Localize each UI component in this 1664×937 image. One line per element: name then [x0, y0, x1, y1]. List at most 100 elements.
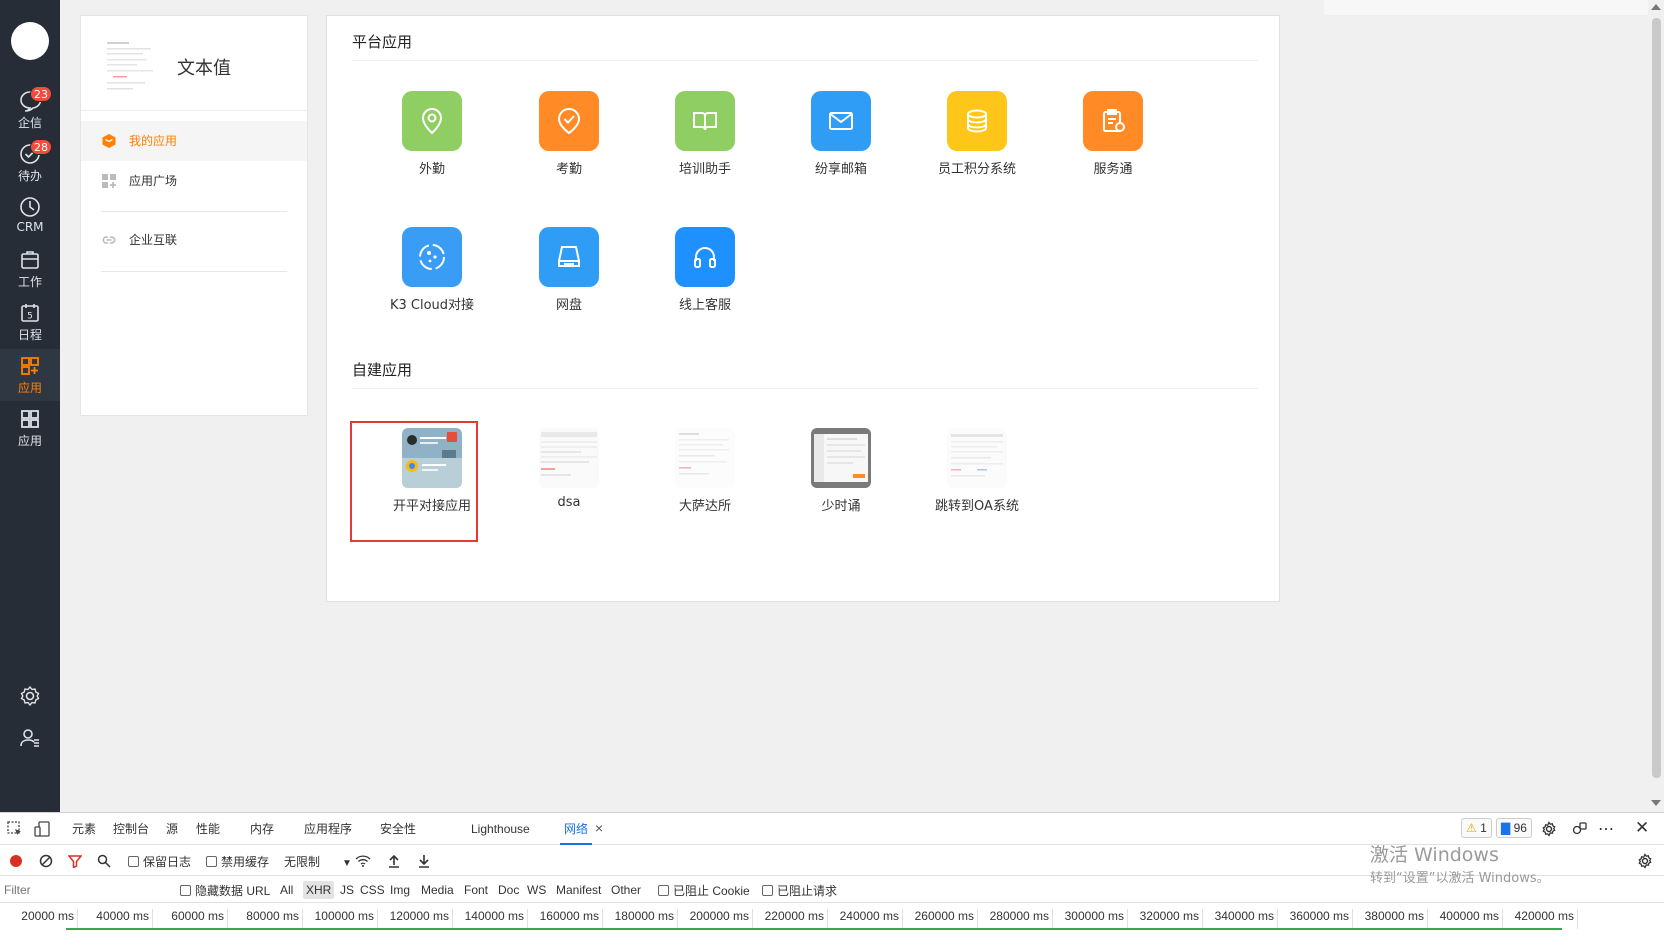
- nav-item-messages[interactable]: 企信 23: [0, 84, 60, 136]
- nav-item-work[interactable]: 工作: [0, 243, 60, 295]
- devtools-tab-performance[interactable]: 性能: [192, 813, 224, 845]
- devtools-tab-application[interactable]: 应用程序: [300, 813, 356, 845]
- filter-css[interactable]: CSS: [357, 881, 388, 899]
- filter-js[interactable]: JS: [337, 881, 357, 899]
- nav-item-todo[interactable]: 待办 28: [0, 137, 60, 189]
- close-tab-icon[interactable]: ×: [595, 820, 603, 836]
- filter-other[interactable]: Other: [608, 881, 644, 899]
- preserve-log-checkbox[interactable]: 保留日志: [128, 853, 191, 870]
- timeline-overview[interactable]: 20000 ms 40000 ms 60000 ms 80000 ms 100000 m…: [0, 904, 1664, 937]
- devtools-tab-elements[interactable]: 元素: [68, 813, 100, 845]
- export-har-icon[interactable]: [417, 853, 431, 869]
- filter-input[interactable]: [4, 881, 164, 899]
- record-icon[interactable]: [10, 855, 22, 867]
- app-tile-attendance[interactable]: 考勤: [509, 91, 629, 201]
- nav-item-crm[interactable]: CRM: [0, 190, 60, 242]
- apps-grid-icon: [21, 357, 39, 375]
- timeline-tick-label: 260000 ms: [914, 909, 974, 923]
- app-tile-training[interactable]: 培训助手: [645, 91, 765, 201]
- avatar[interactable]: [11, 22, 49, 60]
- app-tile-dasadasuo[interactable]: 大萨达所: [645, 428, 765, 538]
- checkbox-box: [762, 885, 773, 896]
- filter-doc[interactable]: Doc: [495, 881, 522, 899]
- filter-media[interactable]: Media: [418, 881, 457, 899]
- app-tile-mail[interactable]: 纷享邮箱: [781, 91, 901, 201]
- more-options-icon[interactable]: ⋯: [1598, 819, 1615, 839]
- inspect-element-icon[interactable]: [7, 821, 23, 837]
- throttling-value: 无限制: [284, 855, 321, 869]
- timeline-tick-label: 280000 ms: [989, 909, 1049, 923]
- filter-manifest[interactable]: Manifest: [553, 881, 604, 899]
- gear-icon[interactable]: [18, 684, 42, 708]
- devtools-tab-memory[interactable]: 内存: [246, 813, 278, 845]
- throttling-select[interactable]: 无限制 ▼: [284, 853, 352, 870]
- app-tile-field-work[interactable]: 外勤: [372, 91, 492, 201]
- device-toolbar-icon[interactable]: [34, 821, 50, 837]
- app-thumbnail: [947, 428, 1007, 488]
- checkbox-label: 隐藏数据 URL: [195, 884, 271, 898]
- app-tile-kaiping[interactable]: 开平对接应用: [372, 428, 492, 538]
- left-nav: 企信 23 待办 28 CRM 工作 5 日程 应用 应用: [0, 0, 60, 812]
- app-tile-online-support[interactable]: 线上客服: [645, 227, 765, 337]
- grid-icon: [21, 410, 39, 428]
- devtools-tab-network[interactable]: 网络: [560, 813, 593, 845]
- divider: [81, 110, 307, 111]
- warnings-badge[interactable]: ⚠ 1: [1461, 818, 1492, 838]
- filter-font[interactable]: Font: [461, 881, 491, 899]
- app-tile-k3-cloud[interactable]: K3 Cloud对接: [372, 227, 492, 337]
- blocked-requests-checkbox[interactable]: 已阻止请求: [762, 882, 837, 899]
- clear-icon[interactable]: [39, 854, 53, 868]
- side-item-my-apps[interactable]: 我的应用: [81, 121, 307, 161]
- close-devtools-icon[interactable]: ✕: [1635, 818, 1649, 838]
- devtools-panel: 元素 控制台 源 性能 内存 应用程序 安全性 Lighthouse 网络 × …: [0, 812, 1664, 937]
- app-label: K3 Cloud对接: [389, 298, 475, 313]
- app-tile-jump-to-oa[interactable]: 跳转到OA系统: [917, 428, 1037, 538]
- network-conditions-icon[interactable]: [355, 853, 371, 869]
- app-tile-shaoshisong[interactable]: 少时诵: [781, 428, 901, 538]
- nav-item-apps-active[interactable]: 应用: [0, 349, 60, 401]
- filter-xhr[interactable]: XHR: [303, 881, 335, 899]
- nav-item-apps[interactable]: 应用: [0, 402, 60, 454]
- filter-funnel-icon[interactable]: [68, 854, 82, 868]
- messages-badge[interactable]: ▇ 96: [1496, 818, 1532, 838]
- disable-cache-checkbox[interactable]: 禁用缓存: [206, 853, 269, 870]
- nav-item-schedule[interactable]: 5 日程: [0, 296, 60, 348]
- settings-gear-icon[interactable]: [1541, 821, 1557, 837]
- filter-ws[interactable]: WS: [524, 881, 549, 899]
- side-item-enterprise-link[interactable]: 企业互联: [81, 220, 307, 260]
- custom-apps-title: 自建应用: [352, 361, 413, 379]
- filter-all[interactable]: All: [277, 881, 296, 899]
- app-tile-points-system[interactable]: 员工积分系统: [917, 91, 1037, 201]
- search-icon[interactable]: [97, 854, 111, 868]
- blocked-cookies-checkbox[interactable]: 已阻止 Cookie: [658, 882, 750, 899]
- page-scrollbar[interactable]: [1648, 0, 1664, 812]
- timeline-tick-label: 300000 ms: [1064, 909, 1124, 923]
- side-item-app-square[interactable]: 应用广场: [81, 161, 307, 201]
- checkbox-label: 禁用缓存: [221, 855, 270, 869]
- network-settings-gear-icon[interactable]: [1637, 853, 1653, 869]
- cube-icon: [102, 134, 116, 148]
- timeline-axis: 20000 ms 40000 ms 60000 ms 80000 ms 100000 m…: [0, 909, 1664, 929]
- hide-data-urls-checkbox[interactable]: 隐藏数据 URL: [180, 882, 270, 899]
- devtools-tab-console[interactable]: 控制台: [109, 813, 153, 845]
- app-tile-dsa[interactable]: dsa: [509, 428, 629, 538]
- app-thumbnail: [811, 428, 871, 488]
- devtools-tab-security[interactable]: 安全性: [376, 813, 420, 845]
- coin-stack-icon: [967, 109, 987, 133]
- devtools-tab-lighthouse[interactable]: Lighthouse: [467, 813, 534, 845]
- import-har-icon[interactable]: [387, 853, 401, 869]
- scrollbar-thumb[interactable]: [1652, 18, 1661, 778]
- app-tile-service[interactable]: 服务通: [1053, 91, 1173, 201]
- filter-img[interactable]: Img: [387, 881, 413, 899]
- devtools-tab-sources[interactable]: 源: [162, 813, 182, 845]
- app-tile-netdisk[interactable]: 网盘: [509, 227, 629, 337]
- app-icon: [539, 227, 599, 287]
- divider: [352, 60, 1258, 61]
- scroll-up-arrow-icon[interactable]: [1651, 4, 1661, 10]
- message-icon: ▇: [1501, 821, 1511, 835]
- scroll-down-arrow-icon[interactable]: [1651, 800, 1661, 806]
- calendar-icon: 5: [21, 304, 39, 322]
- user-settings-icon[interactable]: [18, 726, 42, 750]
- remote-devices-icon[interactable]: [1571, 821, 1587, 837]
- timeline-tick-label: 180000 ms: [614, 909, 674, 923]
